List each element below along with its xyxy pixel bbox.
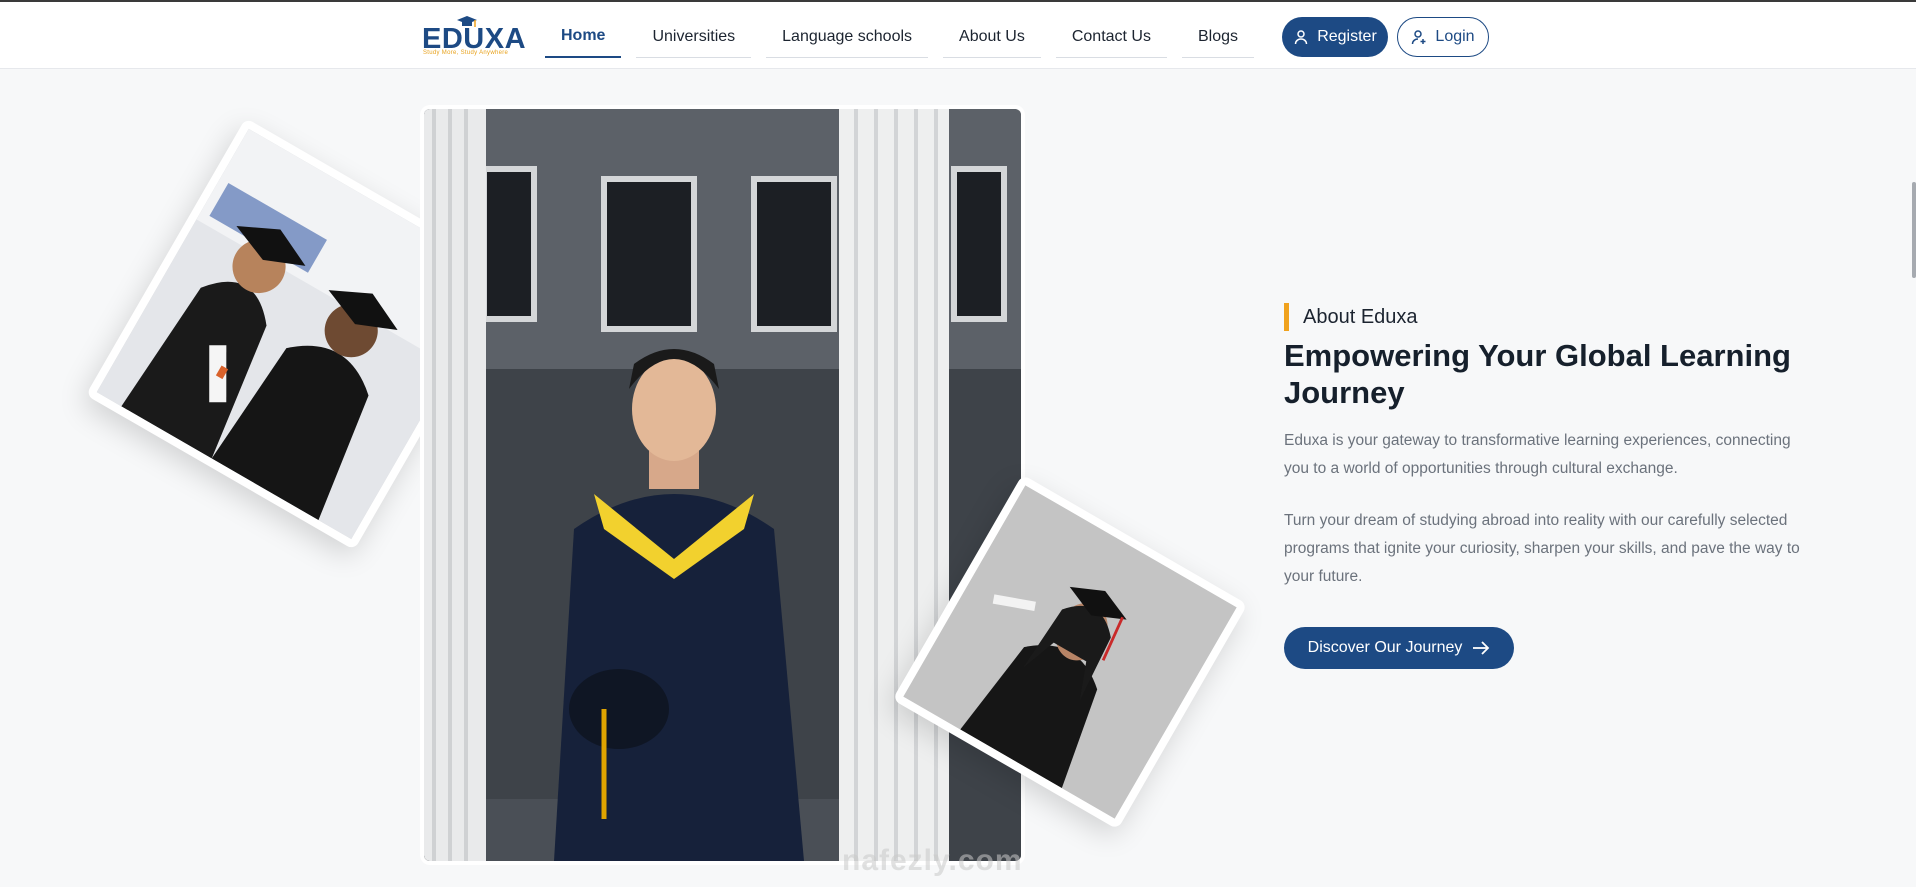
graduate-man-columns-photo — [424, 109, 1021, 861]
user-icon — [1294, 30, 1308, 45]
section-headline: Empowering Your Global Learning Journey — [1284, 338, 1791, 410]
about-paragraph-1: Eduxa is your gateway to transformative … — [1284, 432, 1791, 477]
main-nav: Home Universities Language schools About… — [545, 16, 1255, 58]
logo-tagline: Study More, Study Anywhere — [423, 50, 509, 56]
eduxa-logo[interactable]: EDUXA Study More, Study Anywhere — [422, 14, 526, 58]
login-label: Login — [1435, 28, 1475, 45]
user-plus-icon — [1412, 30, 1426, 45]
nav-blogs[interactable]: Blogs — [1181, 16, 1255, 58]
nav-universities[interactable]: Universities — [636, 16, 752, 58]
page-scrollbar[interactable] — [1912, 182, 1916, 278]
site-header: EDUXA Study More, Study Anywhere Home Un… — [0, 2, 1916, 69]
discover-journey-label: Discover Our Journey — [1307, 639, 1463, 656]
watermark: nafezly.com — [842, 844, 1023, 877]
arrow-right-icon — [1473, 641, 1490, 655]
nav-language-schools[interactable]: Language schools — [766, 16, 929, 58]
register-label: Register — [1317, 28, 1377, 45]
login-button[interactable]: Login — [1397, 17, 1489, 57]
nav-home[interactable]: Home — [545, 16, 622, 58]
section-eyebrow: About Eduxa — [1284, 303, 1418, 331]
register-button[interactable]: Register — [1282, 17, 1388, 57]
about-paragraph-2: Turn your dream of studying abroad into … — [1284, 512, 1800, 585]
nav-contact-us[interactable]: Contact Us — [1055, 16, 1167, 58]
discover-journey-button[interactable]: Discover Our Journey — [1284, 627, 1514, 669]
nav-about-us[interactable]: About Us — [943, 16, 1041, 58]
